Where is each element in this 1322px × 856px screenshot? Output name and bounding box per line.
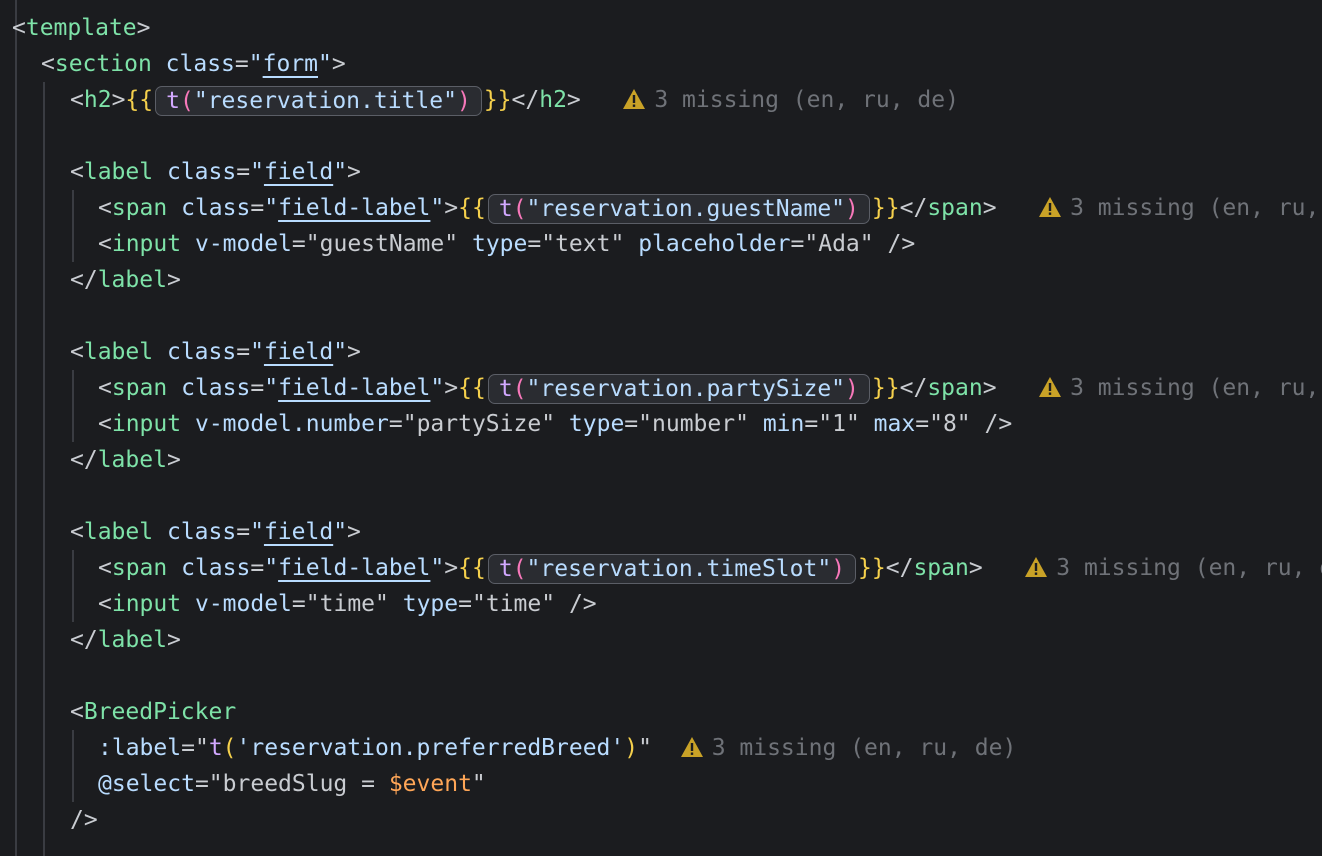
attr-value-field-label: field-label [278,375,431,401]
code-line[interactable]: <h2>{{t("reservation.title")}}</h2> 3 mi… [70,82,959,118]
indent-guide [72,190,74,262]
i18n-inlay-title[interactable]: t("reservation.title") [155,85,482,116]
attr-value-form: form [262,51,319,77]
tag-h2: h2 [83,87,112,113]
indent-guide [72,550,74,622]
attr-value-field: field [263,519,334,545]
tag-input: input [111,411,182,437]
code-line[interactable]: <label class="field"> [70,154,361,190]
code-line[interactable]: <section class="form"> [41,46,346,82]
code-line[interactable]: <span class="field-label">{{t("reservati… [98,190,1322,226]
missing-translation-warning[interactable]: 3 missing (en, ru, de) [1024,555,1322,581]
code-line[interactable]: <input v-model="time" type="time" /> [98,586,597,622]
code-line[interactable]: <template> [12,10,151,46]
warning-text: 3 missing (en, ru, de) [654,87,959,113]
warning-text: 3 missing (en, ru, de) [711,735,1017,761]
i18n-key: "reservation.title" [193,87,457,114]
missing-translation-warning[interactable]: 3 missing (en, ru, de) [1038,375,1322,401]
warning-triangle-icon [623,89,646,109]
code-line[interactable]: :label="t('reservation.preferredBreed')"… [98,730,1016,766]
tag-label: label [83,519,154,545]
warning-text: 3 missing (en, ru, de) [1056,555,1322,581]
i18n-key: 'reservation.preferredBreed' [236,735,625,761]
indent-guide [72,370,74,442]
code-line[interactable]: @select="breedSlug = $event" [98,766,486,802]
tag-breedpicker: BreedPicker [83,699,237,725]
indent-guide [43,82,45,856]
missing-translation-warning[interactable]: 3 missing (en, ru, de) [680,735,1017,761]
code-line[interactable]: </label> [70,442,181,478]
tag-label: label [83,339,154,365]
tag-input: input [111,231,182,257]
i18n-inlay-timeslot[interactable]: t("reservation.timeSlot") [487,553,857,584]
attr-value-field: field [263,339,334,365]
tag-span: span [111,375,168,401]
warning-triangle-icon [1039,377,1062,397]
tag-input: input [111,591,182,617]
i18n-key: "reservation.partySize" [526,375,846,402]
indent-guide [72,730,74,802]
warning-triangle-icon [680,737,703,757]
warning-triangle-icon [1025,557,1048,577]
missing-translation-warning[interactable]: 3 missing (en, ru, de) [622,87,959,113]
missing-translation-warning[interactable]: 3 missing (en, ru, de) [1038,195,1322,221]
tag-label: label [83,159,154,185]
warning-text: 3 missing (en, ru, de) [1070,195,1320,221]
code-line[interactable]: /> [70,802,98,838]
code-line[interactable]: <BreedPicker [70,694,236,730]
indent-guide [15,0,17,856]
code-line[interactable]: <span class="field-label">{{t("reservati… [98,370,1322,406]
attr-value-field-label: field-label [278,195,431,221]
code-line[interactable]: <span class="field-label">{{t("reservati… [98,550,1322,586]
code-line[interactable]: </label> [70,622,181,658]
attr-class: class [165,51,235,77]
code-line[interactable]: </label> [70,262,181,298]
attr-value-field-label: field-label [278,555,431,581]
code-line[interactable]: <input v-model="guestName" type="text" p… [98,226,915,262]
tag-template: template [25,15,137,41]
i18n-inlay-partysize[interactable]: t("reservation.partySize") [487,373,870,404]
i18n-key: "reservation.timeSlot" [526,555,832,582]
warning-triangle-icon [1039,197,1062,217]
i18n-key: "reservation.guestName" [526,195,846,222]
tag-span: span [111,195,168,221]
code-line[interactable]: <label class="field"> [70,334,361,370]
warning-text: 3 missing (en, ru, de) [1070,375,1320,401]
code-line[interactable]: <input v-model.number="partySize" type="… [98,406,1012,442]
tag-span: span [111,555,168,581]
event-variable: $event [388,771,472,797]
code-line[interactable]: <label class="field"> [70,514,361,550]
tag-section: section [54,51,152,77]
attr-value-field: field [263,159,334,185]
i18n-inlay-guestname[interactable]: t("reservation.guestName") [487,193,870,224]
code-editor[interactable]: <template> <section class="form"> <h2>{{… [0,0,1322,856]
